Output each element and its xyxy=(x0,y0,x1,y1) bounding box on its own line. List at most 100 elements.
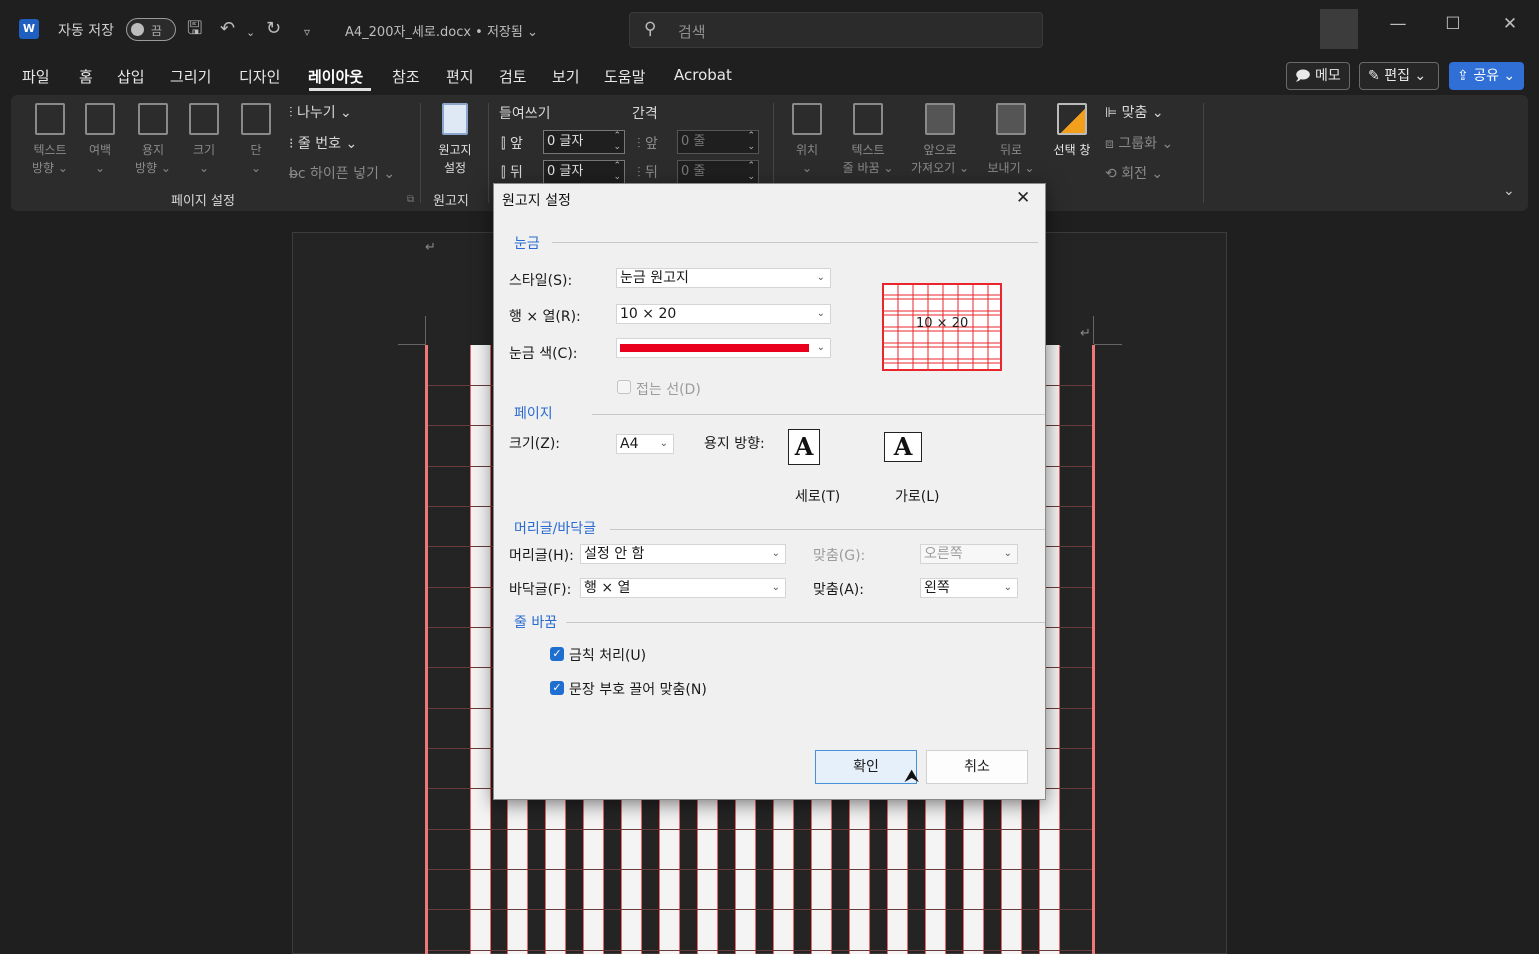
group-button[interactable]: ⧈ 그룹화 ⌄ xyxy=(1105,133,1173,153)
active-tab-indicator xyxy=(309,88,371,91)
tab-layout[interactable]: 레이아웃 xyxy=(308,66,363,87)
indent-after-input[interactable]: 0 글자 ⌃ ⌄ xyxy=(543,160,625,184)
align-button[interactable]: ⊫ 맞춤 ⌄ xyxy=(1105,102,1164,122)
kinsoku-label[interactable]: 금칙 처리(U) xyxy=(569,645,646,665)
rotate-label: 회전 ⌄ xyxy=(1121,166,1164,182)
editing-button[interactable]: ✎ 편집 ⌄ xyxy=(1359,62,1439,90)
grid-column-gap xyxy=(470,345,491,954)
section-divider xyxy=(552,242,1038,243)
search-icon: ⚲ xyxy=(644,19,657,39)
send-backward-label: 뒤로 보내기 ⌄ xyxy=(987,143,1035,175)
footer-select[interactable]: 행 × 열 ⌄ xyxy=(580,578,786,598)
tab-acrobat[interactable]: Acrobat xyxy=(674,66,732,84)
cancel-button[interactable]: 취소 xyxy=(926,750,1028,784)
tab-draw[interactable]: 그리기 xyxy=(170,66,211,87)
manuscript-setup-button[interactable]: 원고지 설정 xyxy=(431,103,479,177)
ribbon-separator xyxy=(420,103,421,203)
dialog-launcher-icon[interactable]: ⧉ xyxy=(407,194,414,205)
crop-mark xyxy=(425,316,426,344)
document-title[interactable]: A4_200자_세로.docx • 저장됨 ⌄ xyxy=(345,21,538,40)
send-backward-button[interactable]: 뒤로 보내기 ⌄ xyxy=(983,103,1039,177)
redo-icon[interactable]: ↻ xyxy=(266,18,281,40)
line-numbers-label: 줄 번호 ⌄ xyxy=(297,136,358,152)
wrap-text-button[interactable]: 텍스트 줄 바꿈 ⌄ xyxy=(835,103,901,177)
breaks-button[interactable]: ⫶ 나누기 ⌄ xyxy=(289,102,352,122)
share-button[interactable]: ⇪ 공유 ⌄ xyxy=(1449,62,1524,90)
search-box[interactable]: ⚲ 검색 xyxy=(629,12,1043,48)
orientation-label: 용지 방향 ⌄ xyxy=(135,143,171,175)
profile-avatar[interactable] xyxy=(1320,9,1358,49)
minimize-icon[interactable]: — xyxy=(1383,14,1413,34)
autosave-toggle[interactable]: 끔 xyxy=(126,18,176,41)
rotate-button[interactable]: ⟲ 회전 ⌄ xyxy=(1105,163,1163,183)
dialog-title: 원고지 설정 xyxy=(502,193,571,209)
selection-pane-button[interactable]: 선택 창 xyxy=(1047,103,1097,159)
hyphenation-button[interactable]: b̶c 하이픈 넣기 ⌄ xyxy=(289,163,395,183)
size-icon xyxy=(189,103,219,135)
maximize-icon[interactable]: ☐ xyxy=(1438,14,1468,34)
indent-before-input[interactable]: 0 글자 ⌃ ⌄ xyxy=(543,130,625,154)
style-label: 스타일(S): xyxy=(509,273,573,289)
position-button[interactable]: 위치 ⌄ xyxy=(787,103,827,177)
spin-arrows-icon[interactable]: ⌃ ⌄ xyxy=(747,131,755,153)
customize-qat-icon[interactable]: ▿ xyxy=(304,21,310,43)
align-label: 맞춤 ⌄ xyxy=(1121,105,1164,121)
fold-line-checkbox[interactable] xyxy=(617,380,631,394)
tab-insert[interactable]: 삽입 xyxy=(117,66,145,87)
text-direction-button[interactable]: 텍스트 방향 ⌄ xyxy=(25,103,75,177)
close-window-icon[interactable]: ✕ xyxy=(1495,14,1525,34)
undo-icon[interactable]: ↶ xyxy=(220,18,235,40)
color-swatch xyxy=(620,344,809,352)
tab-design[interactable]: 디자인 xyxy=(239,66,280,87)
spin-arrows-icon[interactable]: ⌃ ⌄ xyxy=(613,161,621,183)
punctuation-checkbox[interactable]: ✓ xyxy=(550,681,564,695)
portrait-label[interactable]: 세로(T) xyxy=(795,486,840,506)
tab-help[interactable]: 도움말 xyxy=(604,66,645,87)
orientation-button[interactable]: 용지 방향 ⌄ xyxy=(129,103,177,177)
spacing-before-input[interactable]: 0 줄 ⌃ ⌄ xyxy=(677,130,759,154)
landscape-label[interactable]: 가로(L) xyxy=(895,486,939,506)
tab-references[interactable]: 참조 xyxy=(392,66,420,87)
editing-label: 편집 ⌄ xyxy=(1384,68,1427,84)
breaks-icon: ⫶ xyxy=(289,105,297,121)
tab-mailings[interactable]: 편지 xyxy=(446,66,474,87)
collapse-ribbon-icon[interactable]: ⌄ xyxy=(1503,183,1515,199)
margins-icon xyxy=(85,103,115,135)
tab-file[interactable]: 파일 xyxy=(22,66,50,87)
paper-size-select[interactable]: A4 ⌄ xyxy=(616,434,674,454)
landscape-orientation-icon[interactable]: A xyxy=(884,432,922,462)
spacing-before-value: 0 줄 xyxy=(681,134,706,149)
grid-color-select[interactable]: ⌄ xyxy=(616,338,831,358)
portrait-orientation-icon[interactable]: A xyxy=(788,429,820,465)
spin-arrows-icon[interactable]: ⌃ ⌄ xyxy=(613,131,621,153)
line-numbers-button[interactable]: ⁝ 줄 번호 ⌄ xyxy=(289,133,357,153)
spacing-after-input[interactable]: 0 줄 ⌃ ⌄ xyxy=(677,160,759,184)
ok-button[interactable]: 확인 xyxy=(815,750,917,784)
comment-icon: 🗩 xyxy=(1295,68,1311,84)
rowcol-select[interactable]: 10 × 20 ⌄ xyxy=(616,304,831,324)
header-label: 머리글(H): xyxy=(509,548,574,564)
columns-button[interactable]: 단 ⌄ xyxy=(235,103,277,177)
close-icon[interactable]: ✕ xyxy=(1016,188,1030,208)
margins-button[interactable]: 여백 ⌄ xyxy=(79,103,121,177)
kinsoku-checkbox[interactable]: ✓ xyxy=(550,647,564,661)
text-direction-label: 텍스트 방향 ⌄ xyxy=(32,143,68,175)
tab-home[interactable]: 홈 xyxy=(79,66,93,87)
wrap-text-icon xyxy=(853,103,883,135)
footer-align-select[interactable]: 왼쪽 ⌄ xyxy=(920,578,1018,598)
header-align-select[interactable]: 오른쪽 ⌄ xyxy=(920,544,1018,564)
size-button[interactable]: 크기 ⌄ xyxy=(183,103,225,177)
undo-dropdown-icon[interactable]: ⌄ xyxy=(246,22,255,44)
header-select[interactable]: 설정 안 함 ⌄ xyxy=(580,544,786,564)
spin-arrows-icon[interactable]: ⌃ ⌄ xyxy=(747,161,755,183)
comments-button[interactable]: 🗩 메모 xyxy=(1286,62,1350,90)
section-line-break-heading: 줄 바꿈 xyxy=(514,615,558,631)
tab-review[interactable]: 검토 xyxy=(499,66,527,87)
style-select[interactable]: 눈금 원고지 ⌄ xyxy=(616,268,831,288)
tab-view[interactable]: 보기 xyxy=(552,66,580,87)
group-label: 그룹화 ⌄ xyxy=(1118,136,1174,152)
selection-pane-label: 선택 창 xyxy=(1053,143,1091,157)
save-icon[interactable]: 🖫 xyxy=(187,18,202,40)
punctuation-label[interactable]: 문장 부호 끌어 맞춤(N) xyxy=(569,679,707,699)
bring-forward-button[interactable]: 앞으로 가져오기 ⌄ xyxy=(906,103,974,177)
